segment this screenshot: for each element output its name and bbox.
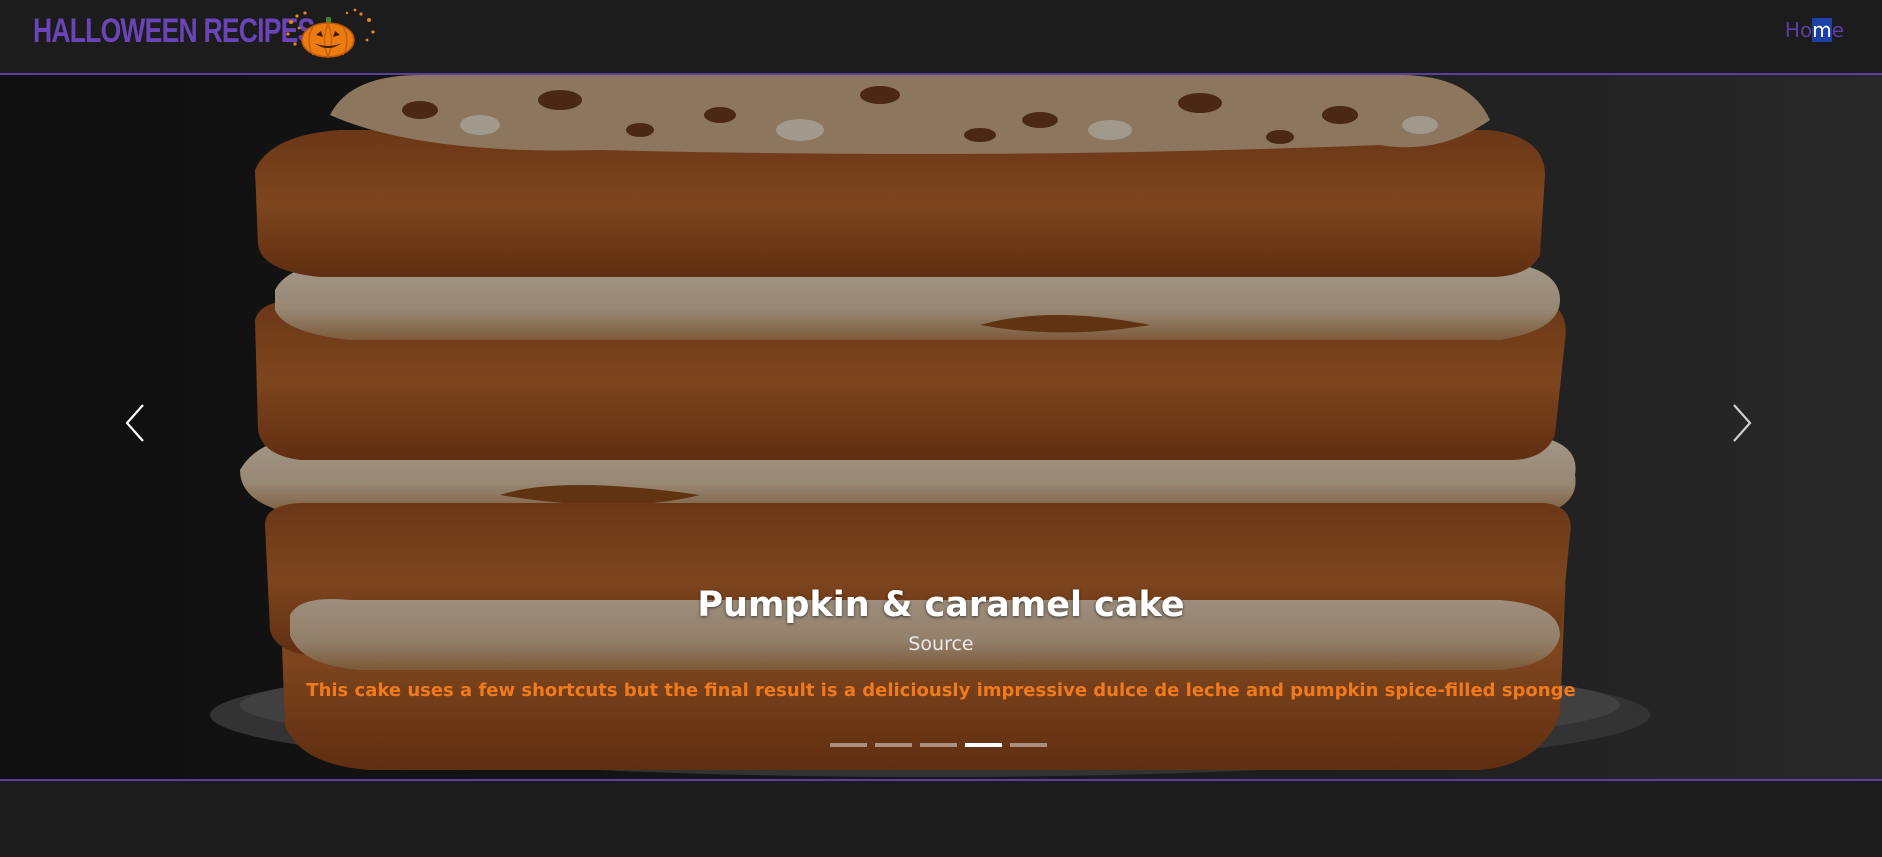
indicator-5[interactable] (1010, 743, 1047, 747)
brand-title: HALLOWEEN RECIPES (33, 11, 315, 50)
slide-caption: Pumpkin & caramel cake Source (0, 585, 1882, 655)
source-link[interactable]: Source (908, 633, 973, 655)
chevron-right-icon (1733, 404, 1752, 442)
slide-title: Pumpkin & caramel cake (697, 585, 1185, 625)
slide-description: This cake uses a few shortcuts but the f… (306, 680, 1576, 701)
carousel-next-button[interactable] (1722, 393, 1762, 453)
carousel-indicators (830, 743, 1047, 753)
nav-home-pre: Ho (1784, 18, 1813, 42)
indicator-3[interactable] (920, 743, 957, 747)
image-overlay (0, 75, 1882, 779)
chevron-left-icon (125, 404, 144, 442)
indicator-1[interactable] (830, 743, 867, 747)
indicator-2[interactable] (875, 743, 912, 747)
navbar: HALLOWEEN RECIPES Home (0, 0, 1882, 75)
recipe-carousel: Pumpkin & caramel cake Source This cake … (0, 75, 1882, 781)
indicator-4[interactable] (965, 743, 1002, 747)
brand-link[interactable]: HALLOWEEN RECIPES (33, 8, 394, 58)
nav-home-post: e (1831, 18, 1844, 42)
nav-home-link[interactable]: Home (1785, 18, 1844, 42)
pumpkin-icon (286, 8, 375, 58)
carousel-prev-button[interactable] (115, 393, 155, 453)
nav-home-selected: m (1812, 18, 1832, 42)
